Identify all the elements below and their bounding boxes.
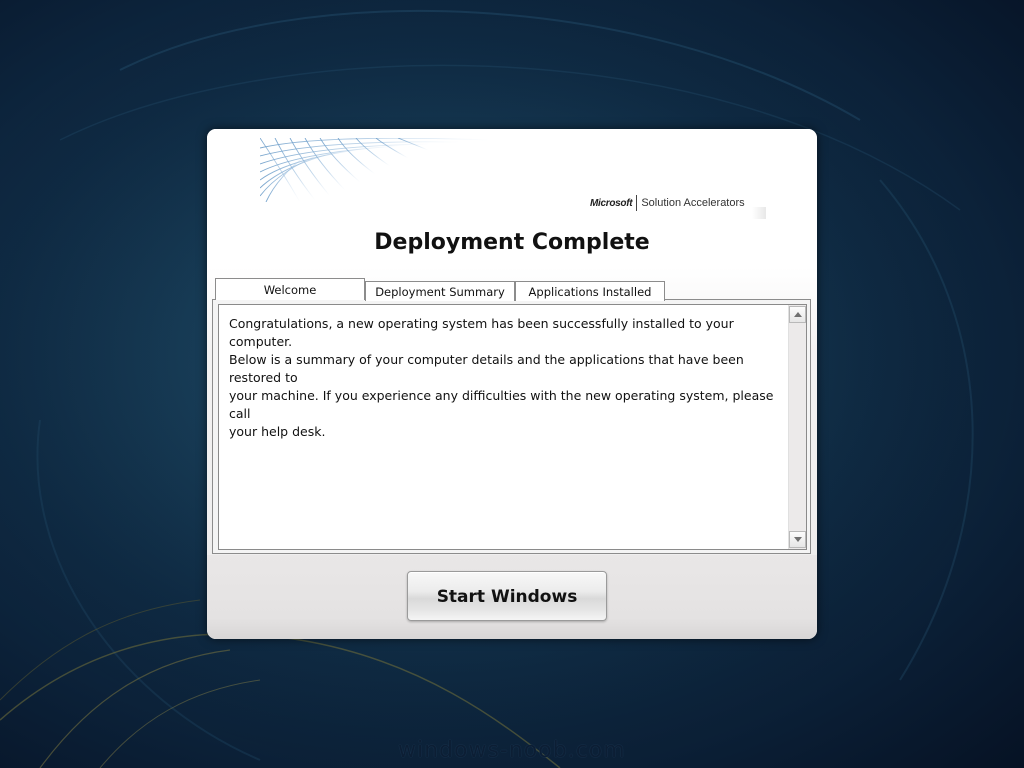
watermark-text: windows-noob.com bbox=[398, 738, 626, 763]
deployment-complete-dialog: Microsoft Solution Accelerators Deployme… bbox=[207, 129, 817, 639]
banner-fade-decoration bbox=[752, 207, 766, 219]
welcome-message-line: your help desk. bbox=[229, 424, 326, 439]
page-title: Deployment Complete bbox=[374, 230, 650, 255]
welcome-message-line: your machine. If you experience any diff… bbox=[229, 388, 774, 421]
tab-welcome[interactable]: Welcome bbox=[215, 278, 365, 300]
scroll-up-arrow-icon bbox=[793, 312, 802, 317]
tab-applications-installed[interactable]: Applications Installed bbox=[515, 281, 665, 301]
vertical-scrollbar[interactable] bbox=[788, 305, 806, 549]
scroll-up-button[interactable] bbox=[789, 306, 806, 323]
logo-brand-text: Microsoft bbox=[590, 197, 633, 209]
welcome-message-line: Congratulations, a new operating system … bbox=[229, 316, 734, 349]
logo-separator bbox=[636, 195, 638, 211]
welcome-message-line: Below is a summary of your computer deta… bbox=[229, 352, 744, 385]
scroll-down-button[interactable] bbox=[789, 531, 806, 548]
microsoft-solution-accelerators-logo: Microsoft Solution Accelerators bbox=[590, 195, 745, 211]
welcome-message: Congratulations, a new operating system … bbox=[229, 315, 784, 441]
scroll-down-arrow-icon bbox=[793, 537, 802, 542]
start-windows-button[interactable]: Start Windows bbox=[407, 571, 607, 621]
welcome-text-box[interactable]: Congratulations, a new operating system … bbox=[218, 304, 807, 550]
logo-product-text: Solution Accelerators bbox=[641, 197, 745, 209]
banner: Microsoft Solution Accelerators bbox=[207, 129, 817, 224]
dialog-footer: Start Windows bbox=[207, 555, 817, 639]
mesh-graphic-icon bbox=[260, 138, 490, 202]
tab-deployment-summary[interactable]: Deployment Summary bbox=[365, 281, 515, 301]
